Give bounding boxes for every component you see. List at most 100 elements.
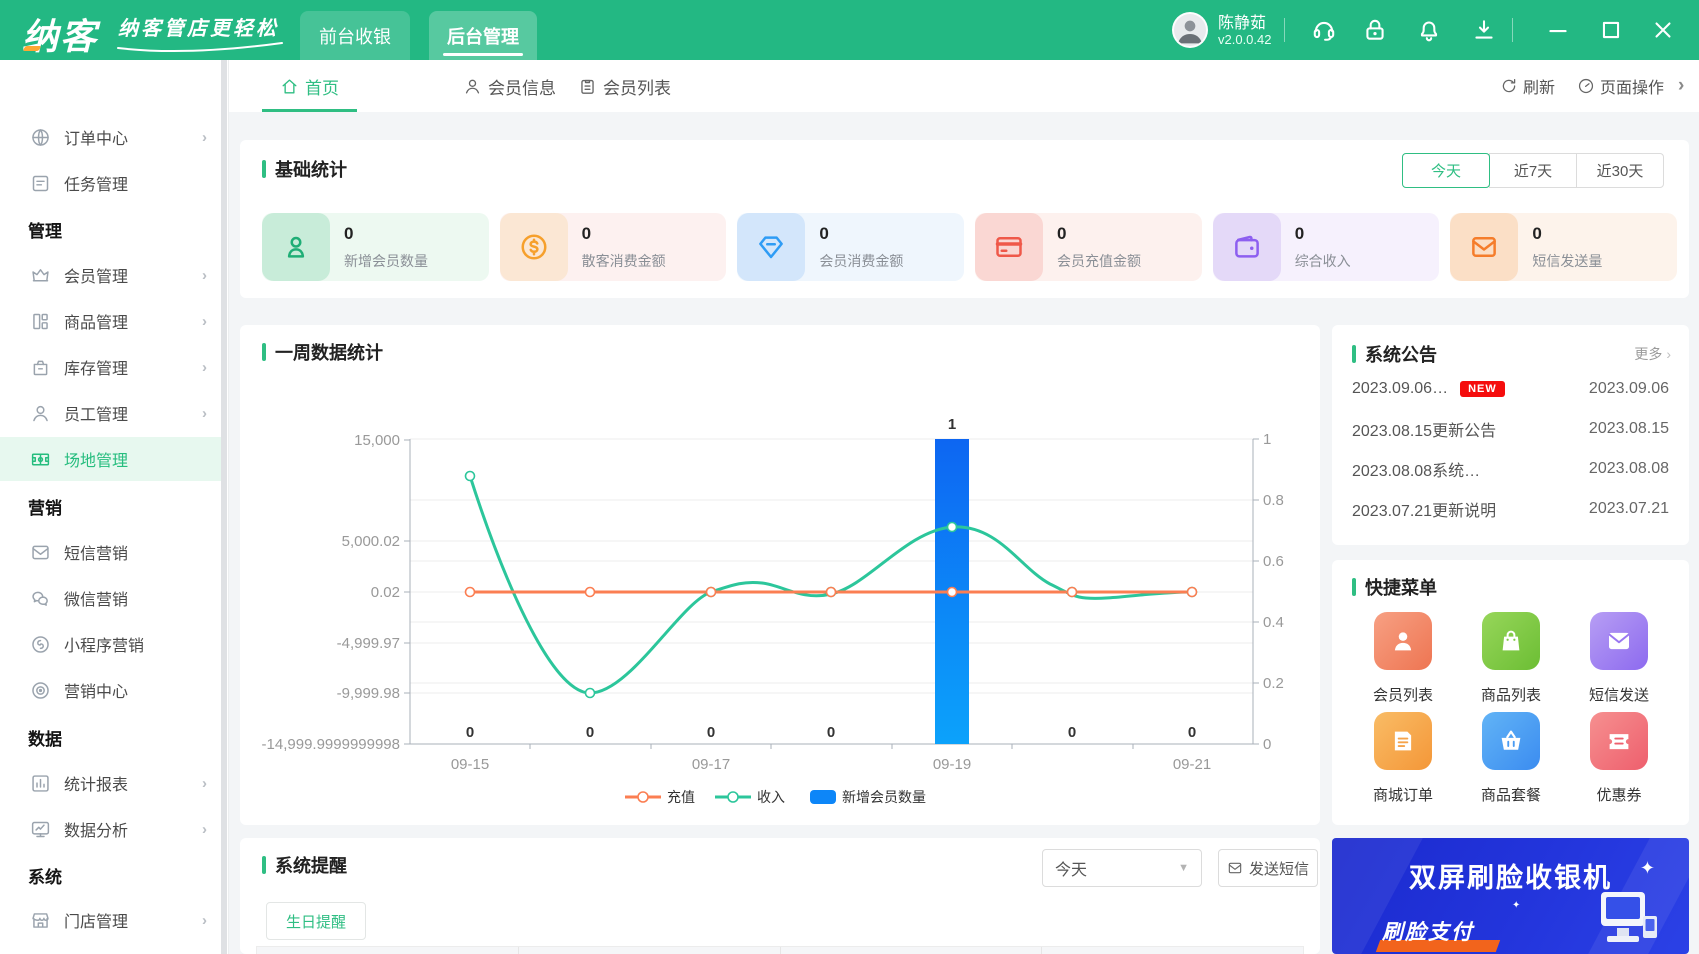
quick-menu-label[interactable]: 商城订单 bbox=[1343, 784, 1463, 805]
envelope-icon bbox=[1450, 213, 1519, 281]
sidebar-item-task-management[interactable]: 任务管理 bbox=[0, 161, 221, 205]
sidebar-item-statistics-report[interactable]: 统计报表 › bbox=[0, 761, 221, 805]
nav-tab-label: 前台收银 bbox=[319, 26, 391, 47]
sidebar-item-label: 任务管理 bbox=[64, 177, 129, 194]
app-version: v2.0.0.42 bbox=[1218, 32, 1272, 47]
customer-service-icon[interactable] bbox=[1311, 17, 1337, 43]
stat-label: 散客消费金额 bbox=[581, 252, 666, 269]
announcement-row[interactable]: 2023.08.15更新公告 2023.08.15 bbox=[1352, 417, 1669, 441]
more-label: 更多 bbox=[1634, 346, 1663, 362]
bell-icon[interactable] bbox=[1416, 17, 1442, 43]
quick-coupons[interactable] bbox=[1590, 712, 1648, 770]
bank-card-icon bbox=[975, 213, 1044, 281]
announcement-row[interactable]: 2023.08.08系统… 2023.08.08 bbox=[1352, 457, 1669, 481]
quick-sms-send[interactable] bbox=[1590, 612, 1648, 670]
sidebar-section-data: 数据 bbox=[28, 729, 62, 749]
section-title-basic-stats: 基础统计 bbox=[262, 156, 347, 182]
sidebar-item-marketing-center[interactable]: 营销中心 bbox=[0, 668, 221, 712]
svg-text:0.6: 0.6 bbox=[1263, 553, 1284, 570]
range-button-today[interactable]: 今天 bbox=[1402, 153, 1490, 188]
svg-text:09-19: 09-19 bbox=[933, 756, 971, 773]
goods-icon bbox=[33, 313, 48, 329]
sidebar-item-data-analysis[interactable]: 数据分析 › bbox=[0, 807, 221, 851]
announcement-text: 2023.07.21更新说明 bbox=[1352, 503, 1497, 520]
banner-subtitle: 刷脸支付 bbox=[1382, 921, 1474, 944]
tab-home[interactable]: 首页 bbox=[262, 60, 357, 112]
sidebar-item-inventory-management[interactable]: 库存管理 › bbox=[0, 345, 221, 389]
stat-value: 0 bbox=[344, 223, 354, 243]
quick-member-list[interactable] bbox=[1374, 612, 1432, 670]
send-sms-button[interactable]: 发送短信 bbox=[1218, 849, 1318, 887]
sidebar-scrollbar[interactable] bbox=[221, 60, 227, 954]
quick-goods-list[interactable] bbox=[1482, 612, 1540, 670]
avatar[interactable] bbox=[1172, 12, 1208, 48]
window-minimize-button[interactable] bbox=[1545, 17, 1571, 43]
window-close-button[interactable] bbox=[1650, 17, 1676, 43]
quick-menu-label[interactable]: 商品套餐 bbox=[1451, 784, 1571, 805]
income-markers bbox=[464, 470, 1198, 699]
stat-card-member-recharge[interactable]: 0 会员充值金额 bbox=[975, 213, 1202, 281]
chart-legend[interactable]: 充值 收入 新增会员数量 bbox=[625, 789, 926, 805]
stat-value: 0 bbox=[819, 223, 829, 243]
income-line[interactable] bbox=[468, 475, 1193, 695]
stat-card-new-members[interactable]: 0 新增会员数量 bbox=[262, 213, 489, 281]
sidebar-item-venue-management[interactable]: 场地管理 bbox=[0, 437, 221, 481]
announcement-text: 2023.08.08系统… bbox=[1352, 463, 1481, 480]
range-button-group: 今天 近7天 近30天 bbox=[1402, 153, 1664, 188]
sidebar-item-member-management[interactable]: 会员管理 › bbox=[0, 253, 221, 297]
stat-card-total-income[interactable]: 0 综合收入 bbox=[1212, 213, 1440, 281]
download-icon[interactable] bbox=[1471, 17, 1497, 43]
stat-card-walkin-spend[interactable]: 0 散客消费金额 bbox=[499, 213, 727, 281]
stat-card-sms-sent[interactable]: 0 短信发送量 bbox=[1450, 213, 1678, 281]
quick-menu-label[interactable]: 会员列表 bbox=[1343, 684, 1463, 705]
strip-expand-chevron[interactable]: › bbox=[1678, 60, 1684, 112]
sidebar-item-goods-management[interactable]: 商品管理 › bbox=[0, 299, 221, 343]
sidebar-item-wechat-marketing[interactable]: 微信营销 bbox=[0, 576, 221, 620]
sidebar-item-store-management[interactable]: 门店管理 › bbox=[0, 898, 221, 942]
weekly-chart[interactable]: 15,000 5,000.02 0.02 -4,999.97 -9,999.98… bbox=[240, 325, 1320, 825]
sidebar-section-marketing: 营销 bbox=[28, 498, 62, 518]
sidebar-item-order-center[interactable]: 订单中心 › bbox=[0, 115, 221, 159]
quick-menu-label[interactable]: 短信发送 bbox=[1559, 684, 1679, 705]
range-button-7days[interactable]: 近7天 bbox=[1489, 153, 1577, 188]
member-person-icon bbox=[262, 213, 330, 281]
tab-birthday-reminder[interactable]: 生日提醒 bbox=[266, 902, 366, 940]
reminder-date-dropdown[interactable]: 今天 ▼ bbox=[1042, 849, 1202, 887]
sidebar-item-miniprogram-marketing[interactable]: 小程序营销 bbox=[0, 622, 221, 666]
stat-label: 综合收入 bbox=[1294, 252, 1351, 269]
reminder-table-header bbox=[256, 946, 1304, 954]
window-maximize-button[interactable] bbox=[1598, 17, 1624, 43]
page-operations-button[interactable]: 页面操作 bbox=[1577, 60, 1664, 112]
nav-tab-cashier[interactable]: 前台收银 bbox=[300, 11, 410, 60]
sidebar-item-sms-marketing[interactable]: 短信营销 bbox=[0, 530, 221, 574]
stat-card-member-spend[interactable]: 0 会员消费金额 bbox=[737, 213, 965, 281]
quick-goods-package[interactable] bbox=[1482, 712, 1540, 770]
section-title-reminders: 系统提醒 bbox=[262, 852, 347, 878]
sidebar-item-label: 小程序营销 bbox=[64, 638, 145, 655]
chevron-right-icon: › bbox=[202, 358, 207, 376]
announcement-date: 2023.08.15 bbox=[1588, 420, 1669, 437]
announcement-row[interactable]: 2023.09.06… NEW 2023.09.06 bbox=[1352, 377, 1669, 401]
refresh-button[interactable]: 刷新 bbox=[1500, 60, 1555, 112]
sidebar-section-system: 系统 bbox=[28, 867, 62, 887]
quick-menu-label[interactable]: 商品列表 bbox=[1451, 684, 1571, 705]
announcement-row[interactable]: 2023.07.21更新说明 2023.07.21 bbox=[1352, 497, 1669, 521]
svg-text:收入: 收入 bbox=[757, 789, 785, 805]
svg-text:09-15: 09-15 bbox=[451, 756, 489, 773]
nav-tab-backoffice[interactable]: 后台管理 bbox=[429, 11, 537, 60]
announcements-more-link[interactable]: 更多 bbox=[1634, 344, 1671, 364]
quick-mall-orders[interactable] bbox=[1374, 712, 1432, 770]
page-operations-icon bbox=[1578, 78, 1594, 94]
tab-member-list[interactable]: 会员列表 bbox=[578, 60, 671, 112]
tab-member-info[interactable]: 会员信息 bbox=[463, 60, 556, 112]
sidebar-item-staff-management[interactable]: 员工管理 › bbox=[0, 391, 221, 435]
ad-banner[interactable]: 双屏刷脸收银机 刷脸支付 ✦ ✦ bbox=[1332, 838, 1689, 954]
user-name[interactable]: 陈静茹 bbox=[1218, 9, 1266, 33]
section-title-text: 系统公告 bbox=[1365, 345, 1437, 365]
lock-icon[interactable] bbox=[1362, 17, 1388, 43]
sidebar: 订单中心 › 任务管理 管理 会员管理 › 商品管理 › 库存管理 › 员工管理 › 场地… bbox=[0, 60, 229, 954]
range-button-30days[interactable]: 近30天 bbox=[1576, 153, 1664, 188]
svg-text:0.02: 0.02 bbox=[371, 584, 400, 601]
quick-menu-label[interactable]: 优惠券 bbox=[1559, 784, 1679, 805]
mail-icon bbox=[32, 545, 49, 559]
